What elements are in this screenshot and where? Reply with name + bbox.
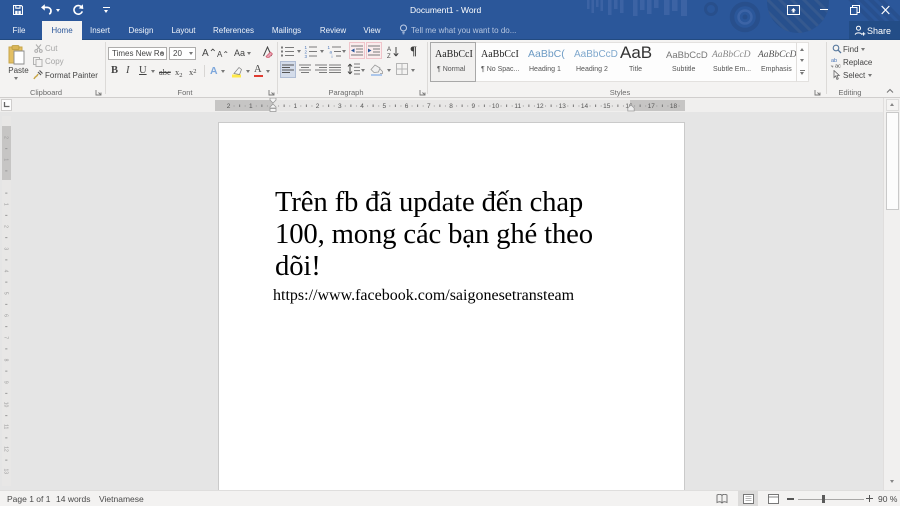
svg-text:10: 10: [492, 103, 500, 110]
svg-text:4: 4: [3, 270, 9, 273]
svg-text:14: 14: [581, 103, 589, 110]
svg-text:1: 1: [3, 203, 9, 206]
svg-text:2: 2: [316, 103, 320, 110]
svg-text:12: 12: [536, 103, 544, 110]
svg-text:i: i: [332, 54, 333, 58]
svg-text:5: 5: [382, 103, 386, 110]
svg-text:1: 1: [249, 103, 253, 110]
svg-text:3: 3: [338, 103, 342, 110]
svg-text:7: 7: [427, 103, 431, 110]
svg-text:8: 8: [449, 103, 453, 110]
svg-text:13: 13: [559, 103, 567, 110]
svg-text:18: 18: [670, 103, 678, 110]
svg-text:4: 4: [360, 103, 364, 110]
svg-text:Z: Z: [387, 54, 391, 59]
svg-text:8: 8: [3, 359, 9, 362]
svg-text:9: 9: [3, 381, 9, 384]
svg-text:10: 10: [3, 402, 9, 408]
svg-text:3: 3: [305, 54, 308, 58]
svg-text:1: 1: [293, 103, 297, 110]
svg-text:3: 3: [3, 247, 9, 250]
svg-text:2: 2: [3, 225, 9, 228]
svg-text:1: 1: [3, 158, 9, 161]
svg-text:7: 7: [3, 336, 9, 339]
svg-text:9: 9: [471, 103, 475, 110]
svg-text:2: 2: [3, 136, 9, 139]
svg-text:13: 13: [3, 468, 9, 474]
svg-text:11: 11: [3, 424, 9, 429]
svg-text:17: 17: [648, 103, 656, 110]
svg-text:11: 11: [514, 103, 521, 110]
svg-text:15: 15: [603, 103, 611, 110]
svg-text:6: 6: [405, 103, 409, 110]
svg-text:ac: ac: [835, 64, 841, 69]
svg-text:12: 12: [3, 446, 9, 452]
svg-text:5: 5: [3, 292, 9, 295]
svg-text:6: 6: [3, 314, 9, 317]
svg-text:2: 2: [227, 103, 231, 110]
svg-text:A: A: [387, 47, 391, 53]
